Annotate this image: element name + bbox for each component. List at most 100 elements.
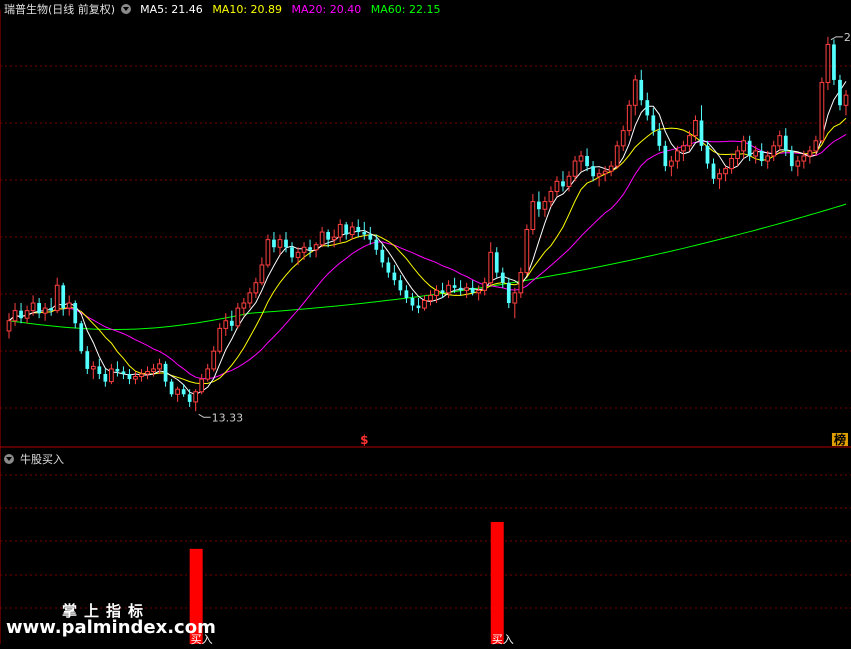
candle bbox=[392, 264, 397, 286]
candle bbox=[404, 285, 409, 304]
ma60-line bbox=[8, 203, 847, 330]
candle bbox=[608, 161, 614, 177]
candle bbox=[741, 135, 746, 159]
candle bbox=[217, 323, 223, 354]
candle bbox=[253, 277, 259, 298]
indicator-header: 牛股买入 bbox=[4, 451, 70, 467]
candle bbox=[795, 155, 801, 177]
chart-marker: $ bbox=[360, 433, 368, 447]
candle bbox=[127, 368, 132, 385]
candle bbox=[578, 150, 584, 172]
candle bbox=[458, 280, 463, 296]
candle bbox=[259, 257, 265, 286]
candle bbox=[825, 36, 831, 91]
low-price-label: 13.33 bbox=[212, 411, 244, 424]
ma5-value: MA5: 21.46 bbox=[140, 3, 203, 16]
candle bbox=[645, 92, 650, 121]
candle bbox=[103, 368, 108, 387]
candle bbox=[759, 143, 764, 167]
candle bbox=[205, 363, 211, 382]
candle bbox=[537, 191, 541, 217]
candle bbox=[85, 346, 90, 375]
moving-average-lines bbox=[8, 81, 847, 395]
candle bbox=[139, 368, 144, 382]
candle bbox=[506, 277, 511, 309]
candle bbox=[440, 282, 445, 298]
candle bbox=[464, 282, 470, 298]
candle bbox=[79, 320, 84, 354]
candle bbox=[241, 297, 247, 316]
candle bbox=[12, 303, 18, 326]
candle bbox=[693, 115, 698, 141]
candle bbox=[832, 39, 836, 85]
candle bbox=[163, 361, 168, 387]
stock-chart[interactable]: 27.13.33$榜 买入买入 bbox=[0, 0, 851, 649]
stock-title: 瑞普生物(日线 前复权) bbox=[4, 3, 116, 16]
buy-signal-label: 买入 bbox=[492, 633, 514, 646]
candle bbox=[554, 176, 560, 197]
candle bbox=[639, 69, 644, 106]
candle bbox=[169, 379, 174, 397]
candle bbox=[319, 226, 325, 248]
candle bbox=[717, 168, 722, 189]
candle bbox=[277, 234, 283, 255]
candle bbox=[777, 130, 783, 151]
main-chart-header: 瑞普生物(日线 前复权) MA5: 21.46 MA10: 20.89 MA20… bbox=[4, 1, 446, 17]
candle bbox=[115, 361, 120, 377]
high-price-label: 27. bbox=[844, 31, 851, 44]
candle bbox=[482, 277, 488, 296]
candle bbox=[428, 290, 433, 306]
candle bbox=[265, 234, 271, 268]
candle bbox=[669, 155, 674, 177]
ma5-line bbox=[8, 81, 847, 395]
indicator-dropdown-icon[interactable] bbox=[4, 454, 14, 464]
candle bbox=[301, 242, 307, 260]
candle bbox=[42, 303, 48, 321]
candle bbox=[524, 224, 530, 276]
candle bbox=[90, 361, 96, 380]
candle bbox=[97, 358, 102, 380]
candle bbox=[681, 140, 686, 162]
candle bbox=[657, 123, 662, 151]
candle bbox=[133, 371, 138, 385]
watermark-url: www.palmindex.com bbox=[6, 617, 216, 638]
candle bbox=[187, 389, 192, 407]
candle bbox=[211, 346, 217, 372]
candle bbox=[247, 287, 253, 309]
candle bbox=[380, 244, 385, 268]
candle bbox=[344, 221, 349, 240]
candle bbox=[410, 292, 415, 311]
candle bbox=[61, 282, 66, 316]
candle bbox=[488, 242, 494, 286]
candle bbox=[356, 219, 361, 238]
candle bbox=[235, 303, 241, 329]
candle bbox=[326, 229, 331, 248]
candle bbox=[699, 105, 704, 151]
candle bbox=[19, 303, 23, 324]
candle bbox=[422, 295, 427, 311]
candle bbox=[49, 297, 54, 316]
buy-signal-bar bbox=[490, 522, 504, 644]
candle bbox=[416, 297, 421, 314]
candle bbox=[121, 366, 126, 380]
candle bbox=[789, 145, 794, 172]
candle bbox=[632, 74, 638, 116]
candle bbox=[819, 77, 825, 144]
candle bbox=[6, 313, 12, 339]
candle bbox=[199, 374, 205, 395]
price-grid bbox=[0, 10, 851, 644]
candle bbox=[368, 226, 373, 245]
ma60-value: MA60: 22.15 bbox=[370, 3, 441, 16]
candle bbox=[272, 232, 276, 253]
candle bbox=[313, 242, 319, 258]
candle bbox=[398, 275, 403, 296]
candle bbox=[223, 313, 229, 336]
candle bbox=[585, 148, 589, 172]
candle bbox=[229, 310, 234, 331]
candle bbox=[838, 74, 842, 111]
ma10-value: MA10: 20.89 bbox=[212, 3, 283, 16]
candlesticks bbox=[6, 36, 849, 412]
ma20-value: MA20: 20.40 bbox=[291, 3, 362, 16]
dropdown-icon[interactable] bbox=[120, 4, 131, 14]
candle bbox=[109, 363, 114, 385]
